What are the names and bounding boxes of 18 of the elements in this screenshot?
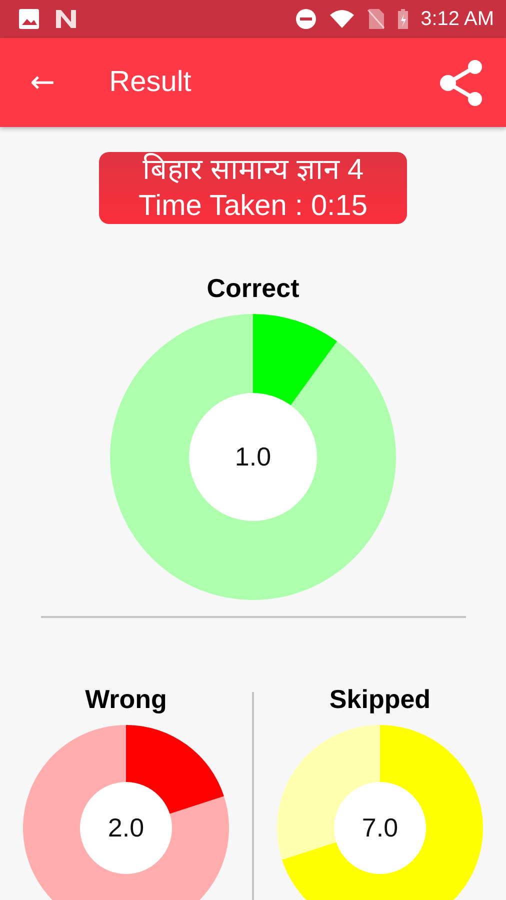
- chart-title: Skipped: [329, 684, 431, 714]
- time-taken: Time Taken : 0:15: [138, 189, 368, 224]
- clock-time: 3:12 AM: [420, 8, 494, 30]
- wifi-icon: [328, 9, 355, 29]
- picture-icon: [18, 8, 40, 30]
- quiz-title: बिहार सामान्य ज्ञान 4: [142, 152, 364, 188]
- screen-title: Result: [109, 66, 192, 99]
- do-not-disturb-icon: [294, 8, 317, 30]
- share-icon[interactable]: [440, 58, 484, 106]
- chart-value: 7.0: [362, 812, 398, 844]
- letter-n-icon: [54, 8, 78, 30]
- chart-value: 1.0: [234, 442, 272, 472]
- chart-title: Correct: [206, 273, 300, 303]
- battery-icon: [396, 8, 409, 30]
- chart-title: Wrong: [85, 684, 167, 714]
- chart-value: 2.0: [108, 812, 144, 844]
- no-sim-icon: [366, 8, 385, 30]
- back-button[interactable]: ←: [30, 68, 56, 98]
